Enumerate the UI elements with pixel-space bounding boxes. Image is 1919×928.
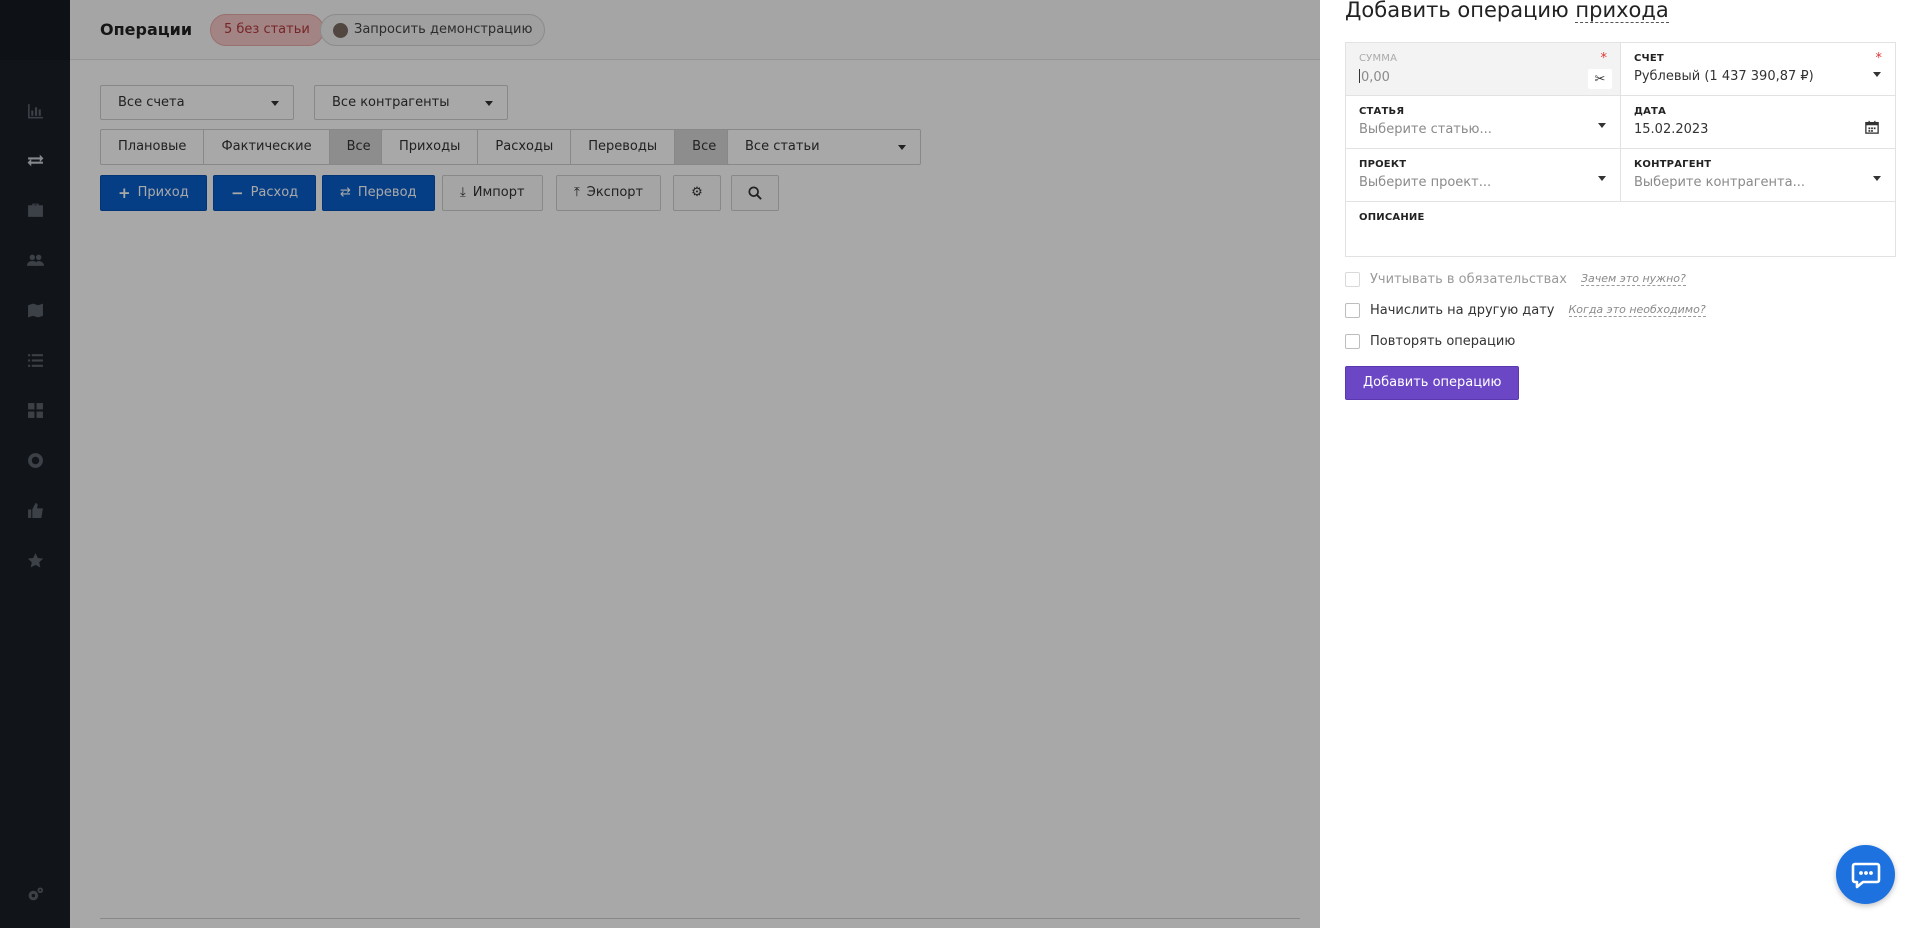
add-operation-panel: Добавить операцию прихода Сумма * 0,00 ✂… [1320, 0, 1919, 928]
add-operation-button[interactable]: Добавить операцию [1345, 366, 1520, 400]
repeat-label: Повторять операцию [1370, 333, 1516, 349]
repeat-option: Повторять операцию [1345, 332, 1515, 350]
chevron-down-icon [1598, 123, 1606, 128]
obligations-checkbox[interactable] [1345, 271, 1360, 287]
chevron-down-icon [1598, 176, 1606, 181]
obligations-option: Учитывать в обязательствах Зачем это нуж… [1345, 270, 1686, 288]
modal-overlay[interactable] [0, 0, 1320, 928]
counterparty-label: Контрагент [1634, 159, 1712, 170]
date-field[interactable]: Дата 15.02.2023 [1620, 96, 1895, 148]
chat-icon [1851, 862, 1880, 888]
other-date-label: Начислить на другую дату [1370, 302, 1555, 318]
panel-title-prefix: Добавить операцию [1345, 0, 1569, 22]
date-value: 15.02.2023 [1634, 122, 1709, 137]
description-label: Описание [1359, 212, 1425, 223]
category-select[interactable]: Статья Выберите статью... [1346, 96, 1620, 148]
required-mark: * [1875, 51, 1883, 66]
repeat-checkbox[interactable] [1345, 333, 1360, 349]
category-label: Статья [1359, 106, 1405, 117]
chevron-down-icon [1873, 176, 1881, 181]
panel-title: Добавить операцию прихода [1345, 0, 1669, 23]
date-label: Дата [1634, 106, 1667, 117]
other-date-checkbox[interactable] [1345, 302, 1360, 318]
account-select[interactable]: Счет * Рублевый (1 437 390,87 ₽) [1620, 43, 1895, 95]
calculator-icon[interactable]: ✂ [1588, 69, 1612, 89]
other-date-help-link[interactable]: Когда это необходимо? [1568, 303, 1706, 317]
required-mark: * [1600, 51, 1608, 66]
amount-input[interactable]: 0,00 [1361, 70, 1390, 85]
description-field[interactable]: Описание [1346, 202, 1895, 256]
obligations-help-link[interactable]: Зачем это нужно? [1580, 272, 1686, 286]
operation-form: Сумма * 0,00 ✂ Счет * Рублевый (1 437 39… [1345, 42, 1896, 257]
account-label: Счет [1634, 53, 1664, 64]
chevron-down-icon [1873, 72, 1881, 77]
other-date-option: Начислить на другую дату Когда это необх… [1345, 301, 1706, 319]
counterparty-select[interactable]: Контрагент Выберите контрагента... [1620, 149, 1895, 201]
calendar-icon[interactable] [1865, 120, 1879, 134]
operation-type-switch[interactable]: прихода [1575, 0, 1669, 23]
project-label: Проект [1359, 159, 1407, 170]
amount-field[interactable]: Сумма * 0,00 ✂ [1346, 43, 1620, 95]
project-select[interactable]: Проект Выберите проект... [1346, 149, 1620, 201]
project-placeholder: Выберите проект... [1359, 175, 1492, 190]
category-placeholder: Выберите статью... [1359, 122, 1492, 137]
account-value: Рублевый (1 437 390,87 ₽) [1634, 69, 1814, 84]
amount-label: Сумма [1359, 53, 1398, 64]
counterparty-placeholder: Выберите контрагента... [1634, 175, 1805, 190]
chat-button[interactable] [1836, 845, 1895, 904]
obligations-label: Учитывать в обязательствах [1370, 271, 1567, 287]
